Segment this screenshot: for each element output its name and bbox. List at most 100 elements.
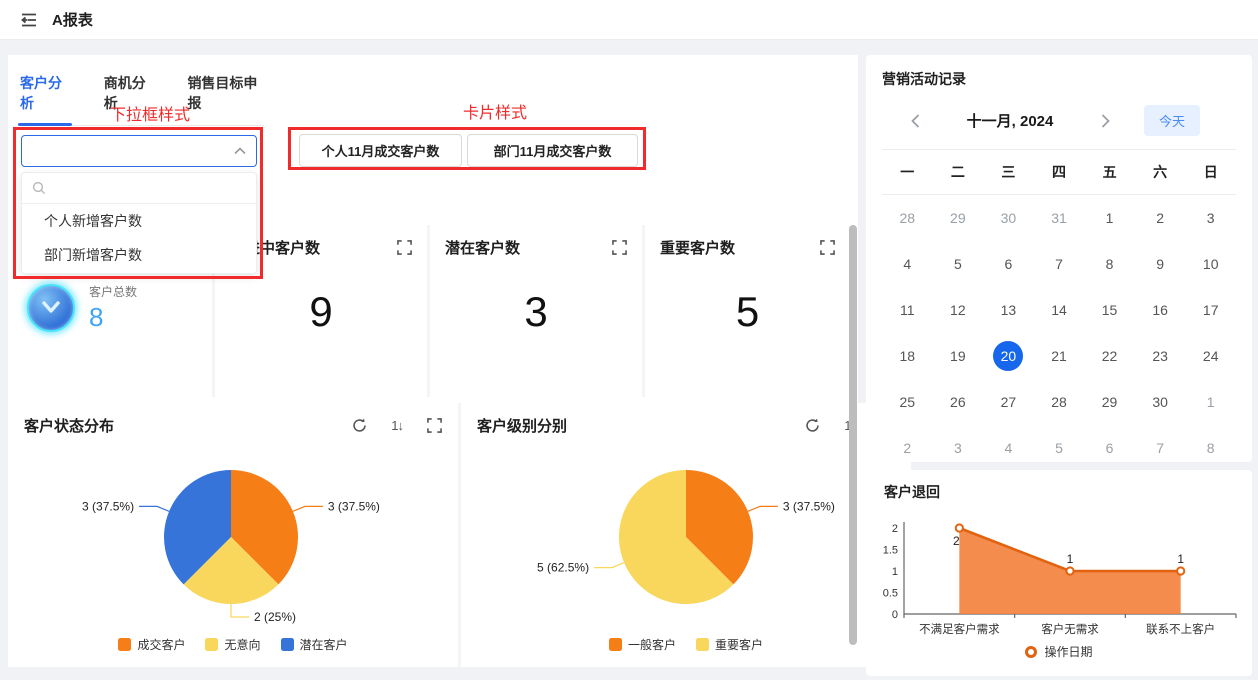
calendar-day[interactable]: 30 — [1135, 379, 1186, 425]
calendar-day[interactable]: 29 — [933, 195, 984, 241]
area-chart-legend: 操作日期 — [878, 643, 1240, 660]
metric-select-value[interactable] — [32, 144, 234, 159]
calendar-day[interactable]: 14 — [1034, 287, 1085, 333]
vertical-scrollbar[interactable] — [849, 225, 857, 645]
prev-month-icon[interactable] — [902, 108, 928, 134]
option-department-new-customers[interactable]: 部门新增客户数 — [22, 238, 256, 272]
calendar-day[interactable]: 6 — [1084, 425, 1135, 471]
svg-text:2: 2 — [953, 534, 960, 548]
calendar-day[interactable]: 4 — [882, 241, 933, 287]
calendar-day[interactable]: 15 — [1084, 287, 1135, 333]
svg-text:客户无需求: 客户无需求 — [1041, 622, 1099, 636]
next-month-icon[interactable] — [1092, 108, 1118, 134]
calendar-weekday-row: 一二三四五六日 — [882, 150, 1236, 194]
chevron-up-icon — [234, 147, 246, 155]
calendar-day[interactable]: 5 — [1034, 425, 1085, 471]
calendar-day[interactable]: 10 — [1185, 241, 1236, 287]
calendar-day[interactable]: 23 — [1135, 333, 1186, 379]
annotation-dropdown-style: 下拉框样式 — [110, 101, 190, 125]
sort-icon[interactable]: 1↓ — [391, 418, 403, 433]
collapse-sidebar-icon[interactable] — [20, 12, 38, 28]
calendar-day[interactable]: 8 — [1185, 425, 1236, 471]
calendar-day[interactable]: 31 — [1034, 195, 1085, 241]
tab-sales-target[interactable]: 销售目标申报 — [185, 69, 264, 125]
calendar-day[interactable]: 22 — [1084, 333, 1135, 379]
calendar-day[interactable]: 27 — [983, 379, 1034, 425]
search-icon — [32, 181, 46, 195]
annotation-card-style: 卡片样式 — [463, 99, 527, 123]
calendar-day[interactable]: 4 — [983, 425, 1034, 471]
legend-swatch-icon — [205, 638, 218, 651]
svg-text:3 (37.5%): 3 (37.5%) — [82, 499, 134, 513]
personal-monthly-deals-button[interactable]: 个人11月成交客户数 — [299, 134, 462, 167]
fullscreen-icon[interactable] — [427, 418, 442, 433]
calendar-day[interactable]: 16 — [1135, 287, 1186, 333]
svg-text:2: 2 — [892, 523, 898, 535]
metric-select[interactable] — [21, 135, 257, 167]
calendar-day[interactable]: 2 — [882, 425, 933, 471]
legend-item[interactable]: 一般客户 — [609, 636, 676, 653]
report-page: A报表 客户分析 商机分析 销售目标申报 客户总数 8 — [0, 0, 1258, 680]
calendar-day[interactable]: 12 — [933, 287, 984, 333]
calendar-day[interactable]: 17 — [1185, 287, 1236, 333]
stat-value: 5 — [660, 288, 835, 336]
calendar-day[interactable]: 29 — [1084, 379, 1135, 425]
calendar-day[interactable]: 24 — [1185, 333, 1236, 379]
calendar-day[interactable]: 25 — [882, 379, 933, 425]
calendar-day[interactable]: 3 — [1185, 195, 1236, 241]
legend-swatch-icon — [609, 638, 622, 651]
calendar-day[interactable]: 7 — [1034, 241, 1085, 287]
calendar-day[interactable]: 26 — [933, 379, 984, 425]
weekday-label: 四 — [1034, 150, 1085, 194]
option-personal-new-customers[interactable]: 个人新增客户数 — [22, 204, 256, 238]
calendar-day[interactable]: 8 — [1084, 241, 1135, 287]
svg-text:1: 1 — [1177, 552, 1184, 566]
calendar-day[interactable]: 1 — [1084, 195, 1135, 241]
stat-value: 9 — [230, 288, 412, 336]
legend-item[interactable]: 潜在客户 — [281, 636, 348, 653]
svg-text:不满足客户需求: 不满足客户需求 — [919, 622, 1000, 636]
calendar-day[interactable]: 28 — [1034, 379, 1085, 425]
panel-title: 客户退回 — [884, 482, 1240, 502]
calendar-day[interactable]: 9 — [1135, 241, 1186, 287]
calendar-day[interactable]: 6 — [983, 241, 1034, 287]
today-button[interactable]: 今天 — [1144, 105, 1200, 136]
pie-chart-customer-status: 3 (37.5%)2 (25%)3 (37.5%) — [24, 438, 442, 636]
svg-text:3 (37.5%): 3 (37.5%) — [783, 499, 835, 513]
weekday-label: 六 — [1135, 150, 1186, 194]
weekday-label: 五 — [1084, 150, 1135, 194]
fullscreen-icon[interactable] — [397, 240, 412, 255]
calendar-day[interactable]: 7 — [1135, 425, 1186, 471]
refresh-icon[interactable] — [352, 418, 367, 433]
panel-title: 营销活动记录 — [882, 69, 1236, 89]
calendar-day[interactable]: 11 — [882, 287, 933, 333]
refresh-icon[interactable] — [805, 418, 820, 433]
calendar-day[interactable]: 20 — [983, 333, 1034, 379]
department-monthly-deals-button[interactable]: 部门11月成交客户数 — [467, 134, 638, 167]
legend-item[interactable]: 无意向 — [205, 636, 260, 653]
customer-return-panel: 客户退回 00.511.52211不满足客户需求客户无需求联系不上客户 操作日期 — [866, 470, 1252, 676]
series-name: 操作日期 — [1044, 643, 1092, 660]
calendar-day[interactable]: 5 — [933, 241, 984, 287]
calendar-month-label: 十一月, 2024 — [928, 110, 1092, 131]
fullscreen-icon[interactable] — [820, 240, 835, 255]
fullscreen-icon[interactable] — [612, 240, 627, 255]
calendar-day[interactable]: 28 — [882, 195, 933, 241]
calendar-day[interactable]: 19 — [933, 333, 984, 379]
calendar-day-grid: 2829303112345678910111213141516171819202… — [882, 195, 1236, 471]
weekday-label: 日 — [1185, 150, 1236, 194]
calendar-day[interactable]: 13 — [983, 287, 1034, 333]
calendar-day[interactable]: 18 — [882, 333, 933, 379]
legend-swatch-icon — [118, 638, 131, 651]
calendar-day[interactable]: 3 — [933, 425, 984, 471]
calendar-day[interactable]: 30 — [983, 195, 1034, 241]
option-search-input[interactable] — [52, 181, 246, 196]
svg-text:1.5: 1.5 — [883, 545, 898, 557]
tab-customer-analysis[interactable]: 客户分析 — [18, 69, 72, 125]
svg-text:2 (25%): 2 (25%) — [254, 610, 296, 624]
calendar-day[interactable]: 21 — [1034, 333, 1085, 379]
calendar-day[interactable]: 1 — [1185, 379, 1236, 425]
legend-item[interactable]: 成交客户 — [118, 636, 185, 653]
calendar-day[interactable]: 2 — [1135, 195, 1186, 241]
legend-item[interactable]: 重要客户 — [696, 636, 763, 653]
